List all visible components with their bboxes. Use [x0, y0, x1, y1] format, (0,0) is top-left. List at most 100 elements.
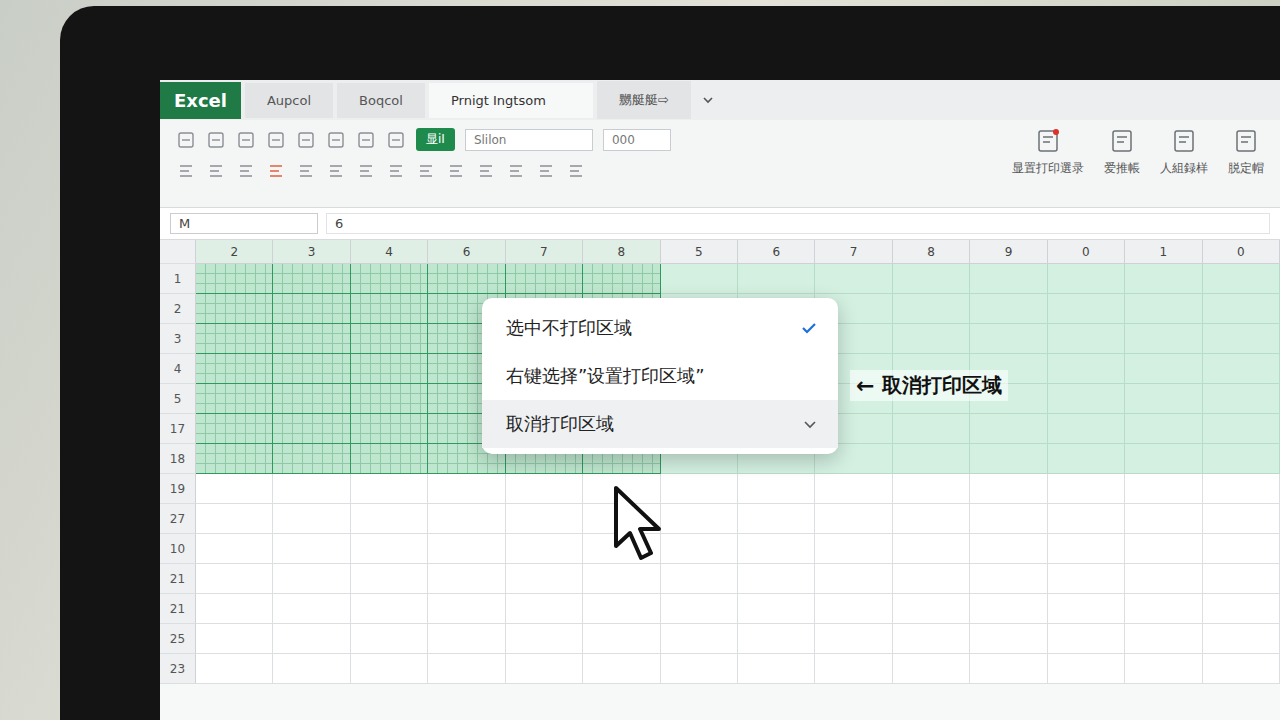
cell[interactable]: [1125, 444, 1202, 474]
cell[interactable]: [583, 264, 660, 294]
tool-icon[interactable]: [566, 161, 586, 181]
cell[interactable]: [196, 534, 273, 564]
row-header[interactable]: 25: [160, 624, 196, 654]
row-header[interactable]: 27: [160, 504, 196, 534]
cell[interactable]: [970, 534, 1047, 564]
tool-icon[interactable]: [446, 161, 466, 181]
cell[interactable]: [893, 504, 970, 534]
cell[interactable]: [273, 414, 350, 444]
cell[interactable]: [738, 474, 815, 504]
cell[interactable]: [893, 264, 970, 294]
cell[interactable]: [196, 624, 273, 654]
cell[interactable]: [273, 324, 350, 354]
tool-icon[interactable]: [386, 130, 406, 150]
cell[interactable]: [893, 474, 970, 504]
column-header[interactable]: 1: [1125, 240, 1202, 264]
cell[interactable]: [893, 564, 970, 594]
cell[interactable]: [1203, 324, 1280, 354]
tool-icon[interactable]: [236, 130, 256, 150]
cell[interactable]: [1203, 624, 1280, 654]
row-header[interactable]: 21: [160, 594, 196, 624]
cell[interactable]: [1125, 324, 1202, 354]
cell[interactable]: [351, 534, 428, 564]
cell[interactable]: [1048, 504, 1125, 534]
cell[interactable]: [815, 534, 892, 564]
cell[interactable]: [738, 534, 815, 564]
cell[interactable]: [1125, 264, 1202, 294]
menu-item[interactable]: 取消打印区域: [482, 400, 838, 448]
column-header[interactable]: 8: [583, 240, 660, 264]
tool-icon[interactable]: [326, 161, 346, 181]
cell[interactable]: [351, 474, 428, 504]
cell[interactable]: [1203, 504, 1280, 534]
tool-icon[interactable]: [176, 161, 196, 181]
cell[interactable]: [815, 594, 892, 624]
cell[interactable]: [661, 624, 738, 654]
cell[interactable]: [583, 624, 660, 654]
cell[interactable]: [196, 294, 273, 324]
cell[interactable]: [351, 414, 428, 444]
cell[interactable]: [970, 324, 1047, 354]
tab[interactable]: Aupcol: [245, 83, 333, 118]
cell[interactable]: [1203, 474, 1280, 504]
cell[interactable]: [1125, 414, 1202, 444]
ribbon-action[interactable]: 脱定帽: [1228, 128, 1264, 177]
size-box[interactable]: 000: [603, 129, 671, 151]
tab[interactable]: Prnigt Ingtsom: [429, 83, 593, 118]
row-header[interactable]: 23: [160, 654, 196, 684]
cell[interactable]: [661, 594, 738, 624]
cell[interactable]: [273, 654, 350, 684]
column-header[interactable]: 5: [661, 240, 738, 264]
tool-icon[interactable]: [416, 161, 436, 181]
cell[interactable]: [273, 294, 350, 324]
font-box[interactable]: Slilon: [465, 129, 593, 151]
cell[interactable]: [661, 564, 738, 594]
cell[interactable]: [661, 534, 738, 564]
tool-icon[interactable]: [506, 161, 526, 181]
menu-item[interactable]: 右键选择”设置打印区域”: [482, 352, 838, 400]
row-header[interactable]: 1: [160, 264, 196, 294]
cell[interactable]: [506, 624, 583, 654]
cell[interactable]: [1048, 624, 1125, 654]
cell[interactable]: [1203, 594, 1280, 624]
column-header[interactable]: 6: [738, 240, 815, 264]
cell[interactable]: [1048, 474, 1125, 504]
cell[interactable]: [1203, 414, 1280, 444]
cell[interactable]: [506, 564, 583, 594]
cell[interactable]: [196, 384, 273, 414]
cell[interactable]: [1048, 444, 1125, 474]
cell[interactable]: [893, 324, 970, 354]
cell[interactable]: [738, 504, 815, 534]
cell[interactable]: [738, 594, 815, 624]
cell[interactable]: [970, 504, 1047, 534]
cell[interactable]: [1203, 294, 1280, 324]
cell[interactable]: [1125, 474, 1202, 504]
cell[interactable]: [351, 564, 428, 594]
cell[interactable]: [738, 624, 815, 654]
cell[interactable]: [351, 594, 428, 624]
cell[interactable]: [506, 264, 583, 294]
cell[interactable]: [970, 564, 1047, 594]
cell[interactable]: [351, 384, 428, 414]
cell[interactable]: [893, 624, 970, 654]
cell[interactable]: [273, 384, 350, 414]
cell[interactable]: [970, 264, 1047, 294]
cell[interactable]: [428, 504, 505, 534]
cell[interactable]: [1048, 294, 1125, 324]
cell[interactable]: [196, 324, 273, 354]
cell[interactable]: [428, 564, 505, 594]
tool-icon[interactable]: [266, 130, 286, 150]
cell[interactable]: [196, 504, 273, 534]
cell[interactable]: [1203, 654, 1280, 684]
cell[interactable]: [815, 474, 892, 504]
row-header[interactable]: 5: [160, 384, 196, 414]
cell[interactable]: [1048, 534, 1125, 564]
cell[interactable]: [1125, 654, 1202, 684]
cell[interactable]: [970, 414, 1047, 444]
cell[interactable]: [351, 354, 428, 384]
cell[interactable]: [1203, 564, 1280, 594]
cell[interactable]: [661, 474, 738, 504]
column-header[interactable]: 3: [273, 240, 350, 264]
cell[interactable]: [1125, 594, 1202, 624]
cell[interactable]: [583, 594, 660, 624]
